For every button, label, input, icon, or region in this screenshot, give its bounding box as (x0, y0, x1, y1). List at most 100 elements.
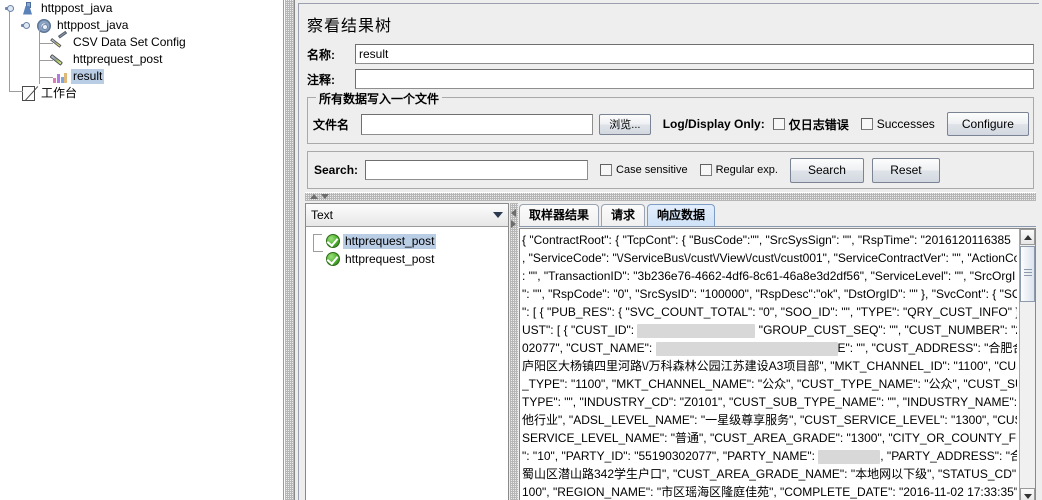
response-line: , "ServiceCode": "\/ServiceBus\/cust\/Vi… (522, 249, 1017, 267)
response-line: : "", "TransactionID": "3b236e76-4662-4d… (522, 267, 1017, 285)
name-label: 名称: (307, 47, 335, 62)
response-text-segment: SERVICE_LEVEL_NAME": "普通", "CUST_AREA_GR… (522, 431, 1017, 445)
errors-only-label: 仅日志错误 (788, 117, 849, 132)
tree-connector (9, 91, 23, 92)
sampler-results-list-panel: Text httprequest_post httprequest_post (305, 203, 509, 500)
tab-sampler-result[interactable]: 取样器结果 (519, 204, 600, 226)
response-vertical-scrollbar[interactable] (1019, 229, 1035, 500)
response-text-segment: , "ServiceCode": "\/ServiceBus\/cust\/Vi… (522, 251, 1017, 265)
tree-item-httppost-java[interactable]: httppost_java (0, 0, 283, 17)
result-tabs: 取样器结果 请求 响应数据 (519, 203, 1036, 227)
regular-exp-checkbox[interactable] (699, 164, 712, 176)
tree-expand-handle-threadgroup[interactable] (21, 21, 30, 30)
main-vertical-splitter[interactable] (284, 0, 295, 500)
response-text-segment: TYPE": "", "INDUSTRY_CD": "Z0101", "CUST… (522, 395, 1017, 409)
collapse-right-icon[interactable] (511, 220, 516, 228)
tree-item-label: 工作台 (41, 86, 78, 100)
name-row: 名称: (307, 43, 1034, 65)
sampler-result-item[interactable]: httprequest_post (306, 232, 508, 250)
success-icon (326, 252, 340, 266)
response-text-segment: "GROUP_CUST_SEQ": "", "CUST_NUMBER": "25… (758, 323, 1017, 337)
case-sensitive-checkbox[interactable] (600, 164, 613, 176)
config-element-icon (50, 30, 68, 51)
scroll-up-button[interactable] (1020, 229, 1035, 245)
tree-connector (9, 9, 10, 92)
redacted-value (655, 341, 838, 356)
chevron-down-icon[interactable] (488, 212, 508, 218)
renderer-combobox[interactable]: Text (306, 204, 508, 227)
response-text-segment: { "ContractRoot": { "TcpCont": { "BusCod… (522, 233, 1011, 247)
response-line: 他行业", "ADSL_LEVEL_NAME": "一星级尊享服务", "CUS… (522, 411, 1017, 429)
tree-item-label: result (71, 69, 105, 84)
results-vertical-splitter[interactable] (510, 203, 518, 500)
tree-expand-handle-root[interactable] (5, 4, 14, 13)
filename-label: 文件名 (313, 117, 350, 132)
collapse-up-icon[interactable] (310, 194, 318, 199)
response-line: 蜀山区潜山路342学生户口", "CUST_AREA_GRADE_NAME": … (522, 465, 1017, 483)
page-title: 察看结果树 (307, 18, 393, 35)
response-text-segment: : "", "TransactionID": "3b236e76-4662-4d… (522, 269, 1016, 283)
comment-row: 注释: (307, 68, 1034, 90)
tree-item-label: httppost_java (41, 1, 113, 15)
response-line: UST": [ { "CUST_ID": "GROUP_CUST_SEQ": "… (522, 321, 1017, 339)
collapse-left-icon[interactable] (511, 209, 516, 217)
listener-config-panel: 察看结果树 名称: 注释: 所有数据写入一个文件 文件名 浏览... Log/D… (295, 0, 1042, 500)
response-line: ": [ { "PUB_RES": { "SVC_COUNT_TOTAL": "… (522, 303, 1017, 321)
sampler-tree-connector (313, 234, 322, 235)
log-display-only-label: Log/Display Only: (662, 117, 765, 131)
response-line: ": "", "RspCode": "0", "SrcSysID": "1000… (522, 285, 1017, 303)
response-text-segment: ": [ { "PUB_RES": { "SVC_COUNT_TOTAL": "… (522, 305, 1017, 319)
tree-item-label: httppost_java (57, 18, 129, 32)
response-data-view[interactable]: { "ContractRoot": { "TcpCont": { "BusCod… (519, 228, 1036, 500)
search-input[interactable] (365, 160, 589, 180)
response-line: TYPE": "", "INDUSTRY_CD": "Z0101", "CUST… (522, 393, 1017, 411)
response-text-segment: E": "", "CUST_ADDRESS": "合肥合肥市 (837, 341, 1018, 355)
scrollbar-thumb[interactable] (1020, 246, 1035, 302)
sampler-result-item[interactable]: httprequest_post (306, 250, 508, 268)
tree-item-label: httprequest_post (73, 52, 163, 66)
search-button[interactable]: Search (789, 157, 864, 183)
scroll-down-button[interactable] (1020, 488, 1035, 500)
search-group: Search: Case sensitive Regular exp. Sear… (307, 151, 1034, 189)
name-input[interactable] (355, 44, 1034, 64)
tree-connector (39, 60, 53, 61)
response-line: _TYPE": "1100", "MKT_CHANNEL_NAME": "公众"… (522, 375, 1017, 393)
results-horizontal-splitter[interactable] (305, 192, 1036, 201)
successes-checkbox[interactable] (860, 118, 873, 130)
renderer-combobox-value: Text (311, 208, 334, 222)
tab-request[interactable]: 请求 (601, 204, 646, 226)
sampler-result-label: httprequest_post (343, 233, 437, 249)
tree-item-httppost-java[interactable]: httppost_java (0, 17, 283, 34)
result-detail-panel: 取样器结果 请求 响应数据 { "ContractRoot": { "TcpCont… (519, 203, 1036, 500)
errors-only-checkbox[interactable] (772, 118, 785, 130)
tree-item--[interactable]: 工作台 (0, 85, 283, 102)
reset-button[interactable]: Reset (871, 157, 940, 183)
response-text-segment: 100", "REGION_NAME": "市区瑶海区隆庭佳苑", "COMPL… (522, 485, 1017, 499)
sampler-tree-connector (313, 234, 323, 252)
http-sampler-icon (49, 52, 68, 68)
jmeter-window: httppost_java httppost_java CSV Data Set C… (0, 0, 1042, 500)
successes-label: Successes (876, 117, 935, 131)
write-all-data-to-file-group: 所有数据写入一个文件 文件名 浏览... Log/Display Only: 仅… (307, 90, 1034, 144)
tree-item-label: CSV Data Set Config (73, 35, 186, 49)
success-icon (326, 234, 340, 248)
filename-input[interactable] (361, 113, 593, 135)
tab-response-data[interactable]: 响应数据 (647, 204, 716, 226)
sampler-results-tree: httprequest_post httprequest_post (306, 228, 508, 500)
redacted-value (637, 323, 756, 338)
response-text-segment: ": "", "RspCode": "0", "SrcSysID": "1000… (522, 287, 1017, 301)
response-line: { "ContractRoot": { "TcpCont": { "BusCod… (522, 231, 1017, 249)
response-text-segment: 蜀山区潜山路342学生户口", "CUST_AREA_GRADE_NAME": … (522, 467, 1017, 481)
browse-button[interactable]: 浏览... (599, 113, 651, 135)
comment-input[interactable] (355, 69, 1034, 89)
response-line: SERVICE_LEVEL_NAME": "普通", "CUST_AREA_GR… (522, 429, 1017, 447)
response-text-segment: UST": [ { "CUST_ID": (522, 323, 638, 337)
regular-exp-label: Regular exp. (715, 164, 778, 176)
case-sensitive-label: Case sensitive (616, 164, 688, 176)
configure-button[interactable]: Configure (946, 112, 1029, 136)
response-text-segment: 02077", "CUST_NAME": (522, 341, 656, 355)
sampler-result-label: httprequest_post (345, 251, 435, 266)
comment-label: 注释: (307, 72, 335, 87)
collapse-down-icon[interactable] (321, 194, 329, 199)
test-plan-tree-panel: httppost_java httppost_java CSV Data Set C… (0, 0, 284, 500)
